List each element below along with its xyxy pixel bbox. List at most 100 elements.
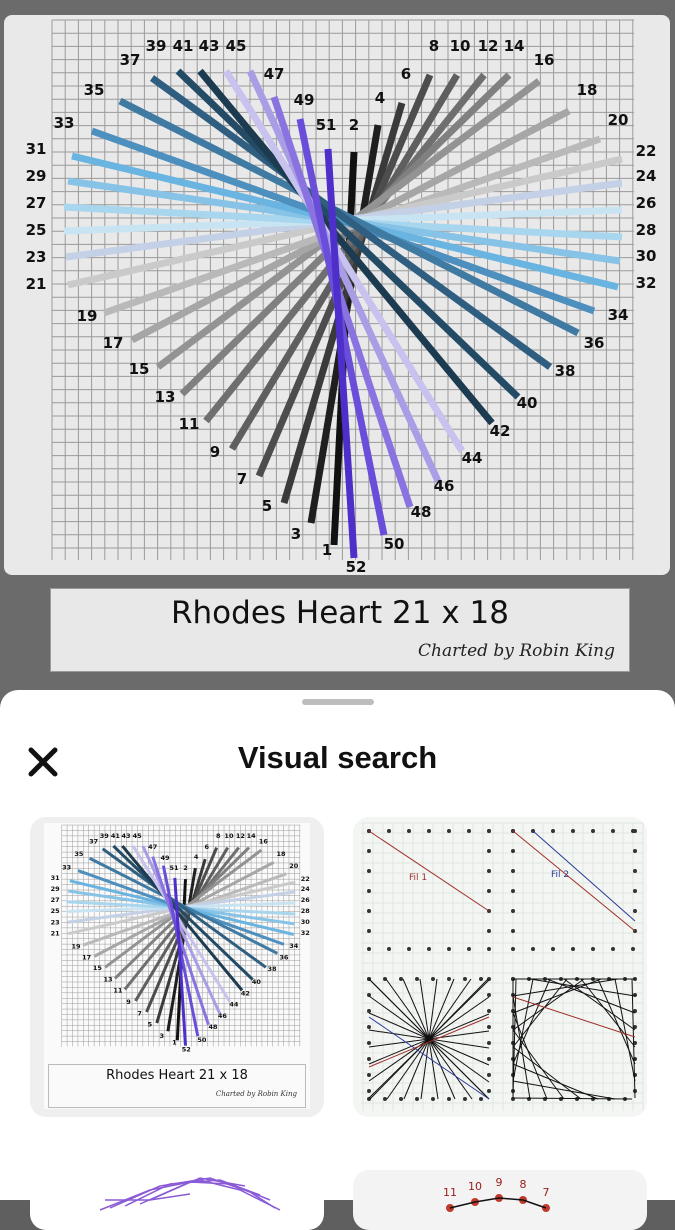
hole-label-43: 43 — [122, 832, 131, 840]
hole-label-6: 6 — [401, 65, 411, 83]
hole-label-32: 32 — [636, 274, 657, 292]
pin-caption-box: Rhodes Heart 21 x 18 Charted by Robin Ki… — [50, 588, 630, 672]
hole-label-26: 26 — [636, 194, 657, 212]
hole-label-11: 11 — [179, 415, 200, 433]
hole-label-36: 36 — [584, 334, 605, 352]
hole-label-49: 49 — [160, 854, 170, 862]
hole-label-8: 8 — [429, 37, 439, 55]
hole-label-47: 47 — [148, 843, 157, 851]
hole-label-52: 52 — [346, 558, 367, 575]
result-card-rhodes-heart[interactable]: 1 2 3 4 5 6 7 8 9 10 11 12 13 14 15 16 17 18 19 20 21 22 23 24 2… — [30, 817, 324, 1117]
hole-label-29: 29 — [26, 167, 47, 185]
hole-label-48: 48 — [208, 1023, 218, 1031]
hole-label-7: 7 — [137, 1009, 142, 1017]
hole-label-19: 19 — [77, 307, 98, 325]
hole-label-9: 9 — [126, 998, 131, 1006]
svg-text:8: 8 — [520, 1178, 527, 1191]
hole-label-30: 30 — [636, 247, 657, 265]
hole-label-39: 39 — [100, 832, 110, 840]
hole-label-32: 32 — [301, 929, 310, 937]
hole-label-46: 46 — [434, 477, 455, 495]
hole-label-2: 2 — [183, 864, 188, 872]
hole-label-26: 26 — [301, 896, 311, 904]
hole-label-17: 17 — [82, 954, 91, 962]
hole-label-4: 4 — [375, 89, 385, 107]
pin-caption-credit: Charted by Robin King — [418, 641, 615, 661]
hole-label-24: 24 — [636, 167, 657, 185]
pin-image[interactable]: 1 2 3 4 5 6 7 8 9 10 11 12 13 14 15 16 17 18 19 20 21 22 23 24 2… — [4, 15, 670, 575]
hole-label-21: 21 — [51, 929, 61, 937]
sheet-title: Visual search — [237, 740, 438, 775]
hole-label-40: 40 — [517, 394, 538, 412]
hole-label-1: 1 — [322, 541, 332, 559]
hole-label-42: 42 — [490, 422, 511, 440]
hole-label-38: 38 — [555, 362, 576, 380]
hole-label-13: 13 — [103, 976, 112, 984]
svg-text:10: 10 — [468, 1180, 482, 1193]
result-card-string-art-grid[interactable]: Fil 1 Fil 2 — [353, 817, 647, 1117]
hole-label-34: 34 — [289, 942, 299, 950]
svg-text:7: 7 — [543, 1186, 550, 1199]
hole-label-19: 19 — [72, 942, 82, 950]
hole-label-30: 30 — [301, 918, 311, 926]
hole-label-36: 36 — [279, 954, 289, 962]
hole-label-22: 22 — [636, 142, 657, 160]
drag-handle[interactable] — [302, 699, 374, 705]
hole-label-25: 25 — [26, 221, 47, 239]
svg-text:9: 9 — [496, 1176, 503, 1189]
hole-label-20: 20 — [608, 111, 629, 129]
hole-label-40: 40 — [252, 978, 262, 986]
result-thumbnail-numbered-circle: 11 10 9 8 7 — [443, 1176, 550, 1212]
svg-text:11: 11 — [443, 1186, 457, 1199]
hole-label-49: 49 — [294, 91, 315, 109]
hole-label-2: 2 — [349, 116, 359, 134]
pin-caption-title: Rhodes Heart 21 x 18 — [171, 595, 509, 631]
hole-label-6: 6 — [205, 843, 210, 851]
hole-label-23: 23 — [26, 248, 47, 266]
hole-label-27: 27 — [51, 896, 60, 904]
hole-label-24: 24 — [301, 885, 311, 893]
hole-label-10: 10 — [450, 37, 471, 55]
hole-label-42: 42 — [241, 990, 250, 998]
hole-label-39: 39 — [146, 37, 167, 55]
hole-label-15: 15 — [129, 360, 150, 378]
hole-label-44: 44 — [229, 1001, 239, 1009]
svg-text:Fil 2: Fil 2 — [551, 870, 569, 880]
pin-image-area: 1 2 3 4 5 6 7 8 9 10 11 12 13 14 15 16 17 18 19 20 21 22 23 24 2… — [0, 0, 675, 700]
hole-label-3: 3 — [159, 1032, 164, 1040]
visual-search-sheet: Visual search 1 2 3 4 5 6 7 8 9 10 11 12 13 14 15 16 17 1… — [0, 690, 675, 1230]
hole-label-41: 41 — [173, 37, 194, 55]
hole-label-21: 21 — [26, 275, 47, 293]
result-card-numbered-circle[interactable]: 11 10 9 8 7 — [353, 1170, 647, 1230]
hole-label-9: 9 — [210, 443, 220, 461]
hole-label-27: 27 — [26, 194, 47, 212]
hole-label-13: 13 — [155, 388, 176, 406]
hole-label-44: 44 — [462, 449, 483, 467]
hole-label-34: 34 — [608, 306, 629, 324]
result-credit: Charted by Robin King — [215, 1090, 297, 1098]
hole-label-18: 18 — [277, 850, 287, 858]
hole-label-33: 33 — [62, 863, 71, 871]
hole-label-43: 43 — [199, 37, 220, 55]
hole-label-17: 17 — [103, 334, 124, 352]
hole-label-51: 51 — [316, 116, 337, 134]
result-thumbnail-string-grids: Fil 1 Fil 2 — [353, 817, 647, 1117]
hole-label-35: 35 — [84, 81, 105, 99]
hole-label-45: 45 — [133, 832, 143, 840]
hole-label-28: 28 — [301, 907, 311, 915]
hole-label-18: 18 — [577, 81, 598, 99]
hole-label-22: 22 — [301, 875, 310, 883]
hole-label-48: 48 — [411, 503, 432, 521]
result-card-purple-spiral[interactable] — [30, 1170, 324, 1230]
hole-label-46: 46 — [218, 1012, 228, 1020]
hole-label-50: 50 — [197, 1036, 207, 1044]
hole-label-4: 4 — [194, 853, 199, 861]
svg-text:Fil 1: Fil 1 — [409, 873, 427, 883]
hole-label-31: 31 — [26, 140, 47, 158]
hole-label-38: 38 — [267, 965, 277, 973]
hole-label-45: 45 — [226, 37, 247, 55]
hole-label-7: 7 — [237, 470, 247, 488]
hole-label-52: 52 — [182, 1045, 191, 1053]
hole-label-29: 29 — [51, 885, 61, 893]
hole-label-14: 14 — [504, 37, 525, 55]
